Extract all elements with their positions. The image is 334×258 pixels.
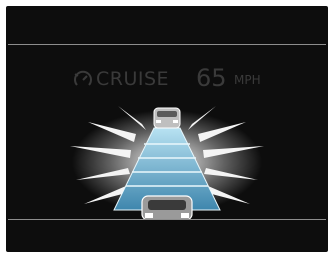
- bottom-divider: [8, 219, 326, 220]
- cruise-status-row: CRUISE 65 MPH: [6, 64, 328, 94]
- lead-vehicle-icon: [153, 107, 181, 129]
- screenshot-frame: CRUISE 65 MPH: [0, 0, 334, 258]
- speed-unit: MPH: [234, 73, 261, 87]
- set-speed-value: 65: [196, 64, 227, 92]
- cruise-speedometer-icon: [74, 70, 92, 86]
- cluster-display: CRUISE 65 MPH: [6, 6, 328, 252]
- top-divider: [8, 44, 326, 45]
- cruise-label: CRUISE: [96, 68, 170, 90]
- own-vehicle-icon: [141, 195, 193, 219]
- adaptive-cruise-graphic: [70, 106, 264, 219]
